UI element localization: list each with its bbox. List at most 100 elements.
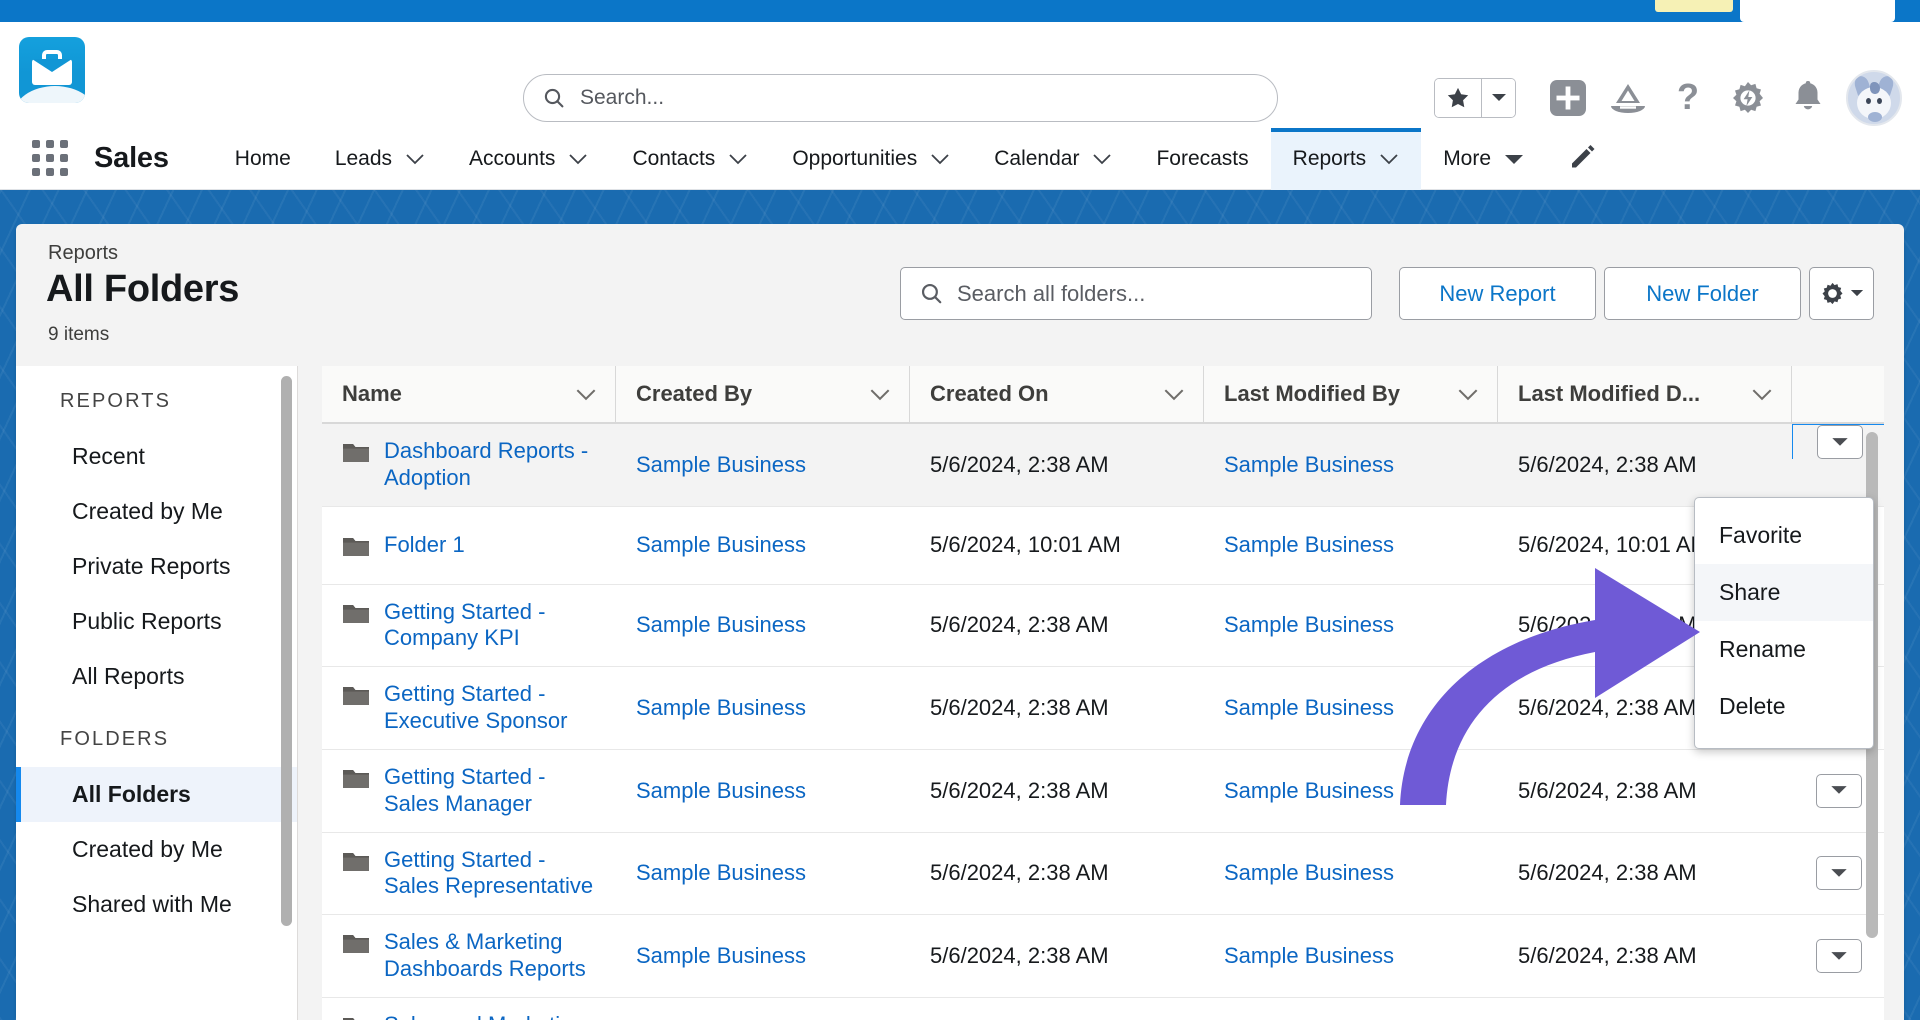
cell-created-on: 5/6/2024, 2:38 AM [930,777,1109,803]
sidebar-item-all-folders[interactable]: All Folders [16,767,297,822]
nav-item-calendar[interactable]: Calendar [972,128,1134,190]
setup-gear-icon[interactable] [1718,69,1778,127]
cell-row-actions[interactable] [1792,939,1884,974]
salesforce-sales-cloud-logo[interactable] [19,37,85,103]
list-settings-button[interactable] [1809,267,1874,320]
chevron-down-icon[interactable] [1457,388,1479,401]
help-question-icon[interactable]: ? [1658,69,1718,127]
favorites-caret-icon[interactable] [1481,79,1515,117]
folder-name-link[interactable]: Dashboard Reports - Adoption [384,438,598,492]
pencil-edit-icon[interactable] [1568,142,1596,175]
row-action-menu-button[interactable] [1816,425,1863,459]
new-folder-button[interactable]: New Folder [1604,267,1801,320]
cell-folder-name[interactable]: Getting Started - Executive Sponsor [322,667,616,749]
table-row[interactable]: Getting Started - Company KPI Sample Bus… [322,585,1884,668]
nav-item-leads[interactable]: Leads [313,128,447,190]
folder-name-link[interactable]: Folder 1 [384,532,465,559]
table-row[interactable]: Getting Started - Executive Sponsor Samp… [322,667,1884,750]
cell-folder-name[interactable]: Getting Started - Sales Manager [322,750,616,832]
folder-icon [343,852,369,871]
nav-item-home[interactable]: Home [213,128,313,190]
column-header-last-modified-by[interactable]: Last Modified By [1204,366,1498,422]
menu-item-rename[interactable]: Rename [1695,621,1873,678]
trailhead-icon[interactable] [1598,69,1658,127]
cell-modified-by[interactable]: Sample Business [1204,612,1498,638]
table-row[interactable]: Folder 1 Sample Business 5/6/2024, 10:01… [322,507,1884,585]
nav-item-reports[interactable]: Reports [1270,127,1422,190]
cell-modified-by[interactable]: Sample Business [1204,452,1498,478]
menu-item-favorite[interactable]: Favorite [1695,507,1873,564]
browser-tab-active[interactable] [1740,0,1895,22]
cell-modified-by[interactable]: Sample Business [1204,860,1498,886]
cell-folder-name[interactable]: Folder 1 [322,518,616,573]
cell-created-by[interactable]: Sample Business [616,943,910,969]
menu-item-share[interactable]: Share [1695,564,1873,621]
notifications-bell-icon[interactable] [1778,69,1838,127]
app-launcher-waffle-icon[interactable] [32,139,70,178]
folder-name-link[interactable]: Getting Started - Company KPI [384,599,598,653]
cell-folder-name[interactable]: Sales & Marketing Dashboards Reports [322,915,616,997]
reports-sidebar: REPORTS Recent Created by Me Private Rep… [16,366,298,1020]
favorites-button-group[interactable] [1434,78,1516,118]
cell-created-by[interactable]: Sample Business [616,778,910,804]
cell-created-by[interactable]: Sample Business [616,532,910,558]
sidebar-item-private-reports[interactable]: Private Reports [16,539,297,594]
sidebar-item-public-reports[interactable]: Public Reports [16,594,297,649]
table-row[interactable]: Getting Started - Sales Representative S… [322,833,1884,916]
cell-folder-name[interactable]: Sales and Marketing Reports [322,998,616,1020]
browser-tab-yellow[interactable] [1655,0,1733,12]
folder-name-link[interactable]: Getting Started - Sales Manager [384,764,598,818]
cell-modified-by[interactable]: Sample Business [1204,695,1498,721]
nav-item-contacts[interactable]: Contacts [610,128,770,190]
folder-name-link[interactable]: Sales and Marketing Reports [384,1012,598,1020]
row-action-menu-button[interactable] [1816,856,1862,891]
cell-modified-on: 5/6/2024, 2:38 AM [1518,451,1697,477]
column-header-name[interactable]: Name [322,366,616,422]
nav-item-accounts[interactable]: Accounts [447,128,610,190]
cell-folder-name[interactable]: Getting Started - Sales Representative [322,833,616,915]
row-action-menu-button[interactable] [1816,773,1862,808]
sidebar-item-shared-with-me[interactable]: Shared with Me [16,877,297,932]
folder-name-link[interactable]: Getting Started - Executive Sponsor [384,681,598,735]
chevron-down-icon[interactable] [1163,388,1185,401]
cell-created-by[interactable]: Sample Business [616,695,910,721]
sidebar-scrollbar[interactable] [281,376,292,926]
nav-item-opportunities[interactable]: Opportunities [770,128,972,190]
table-row[interactable]: Getting Started - Sales Manager Sample B… [322,750,1884,833]
global-search-input[interactable]: Search... [523,74,1278,122]
folder-search-input[interactable]: Search all folders... [900,267,1372,320]
chevron-down-icon[interactable] [1751,388,1773,401]
sidebar-item-all-reports[interactable]: All Reports [16,649,297,704]
column-header-created-on[interactable]: Created On [910,366,1204,422]
cell-created-by[interactable]: Sample Business [616,452,910,478]
column-header-created-by[interactable]: Created By [616,366,910,422]
user-avatar[interactable] [1846,70,1902,126]
folder-name-link[interactable]: Getting Started - Sales Representative [384,847,598,901]
table-row[interactable]: Dashboard Reports - Adoption Sample Busi… [322,424,1884,507]
cell-modified-by[interactable]: Sample Business [1204,778,1498,804]
row-action-menu-button[interactable] [1816,939,1862,974]
breadcrumb[interactable]: Reports [48,242,118,265]
column-header-last-modified-date[interactable]: Last Modified D... [1498,366,1792,422]
table-row[interactable]: Sales & Marketing Dashboards Reports Sam… [322,915,1884,998]
cell-folder-name[interactable]: Dashboard Reports - Adoption [322,424,616,506]
cell-created-by[interactable]: Sample Business [616,860,910,886]
cell-modified-by[interactable]: Sample Business [1204,532,1498,558]
menu-item-delete[interactable]: Delete [1695,678,1873,735]
sidebar-item-folders-created-by-me[interactable]: Created by Me [16,822,297,877]
nav-item-more[interactable]: More [1421,128,1546,190]
nav-item-label: Accounts [469,146,556,170]
chevron-down-icon[interactable] [575,388,597,401]
cell-folder-name[interactable]: Getting Started - Company KPI [322,585,616,667]
sidebar-item-recent[interactable]: Recent [16,429,297,484]
sidebar-item-created-by-me[interactable]: Created by Me [16,484,297,539]
cell-modified-by[interactable]: Sample Business [1204,943,1498,969]
table-row[interactable]: Sales and Marketing Reports Sample Busin… [322,998,1884,1020]
chevron-down-icon[interactable] [869,388,891,401]
new-report-button[interactable]: New Report [1399,267,1596,320]
cell-created-by[interactable]: Sample Business [616,612,910,638]
global-actions-plus-icon[interactable] [1538,69,1598,127]
folder-name-link[interactable]: Sales & Marketing Dashboards Reports [384,929,598,983]
favorites-star-icon[interactable] [1435,79,1481,117]
nav-item-forecasts[interactable]: Forecasts [1134,128,1270,190]
